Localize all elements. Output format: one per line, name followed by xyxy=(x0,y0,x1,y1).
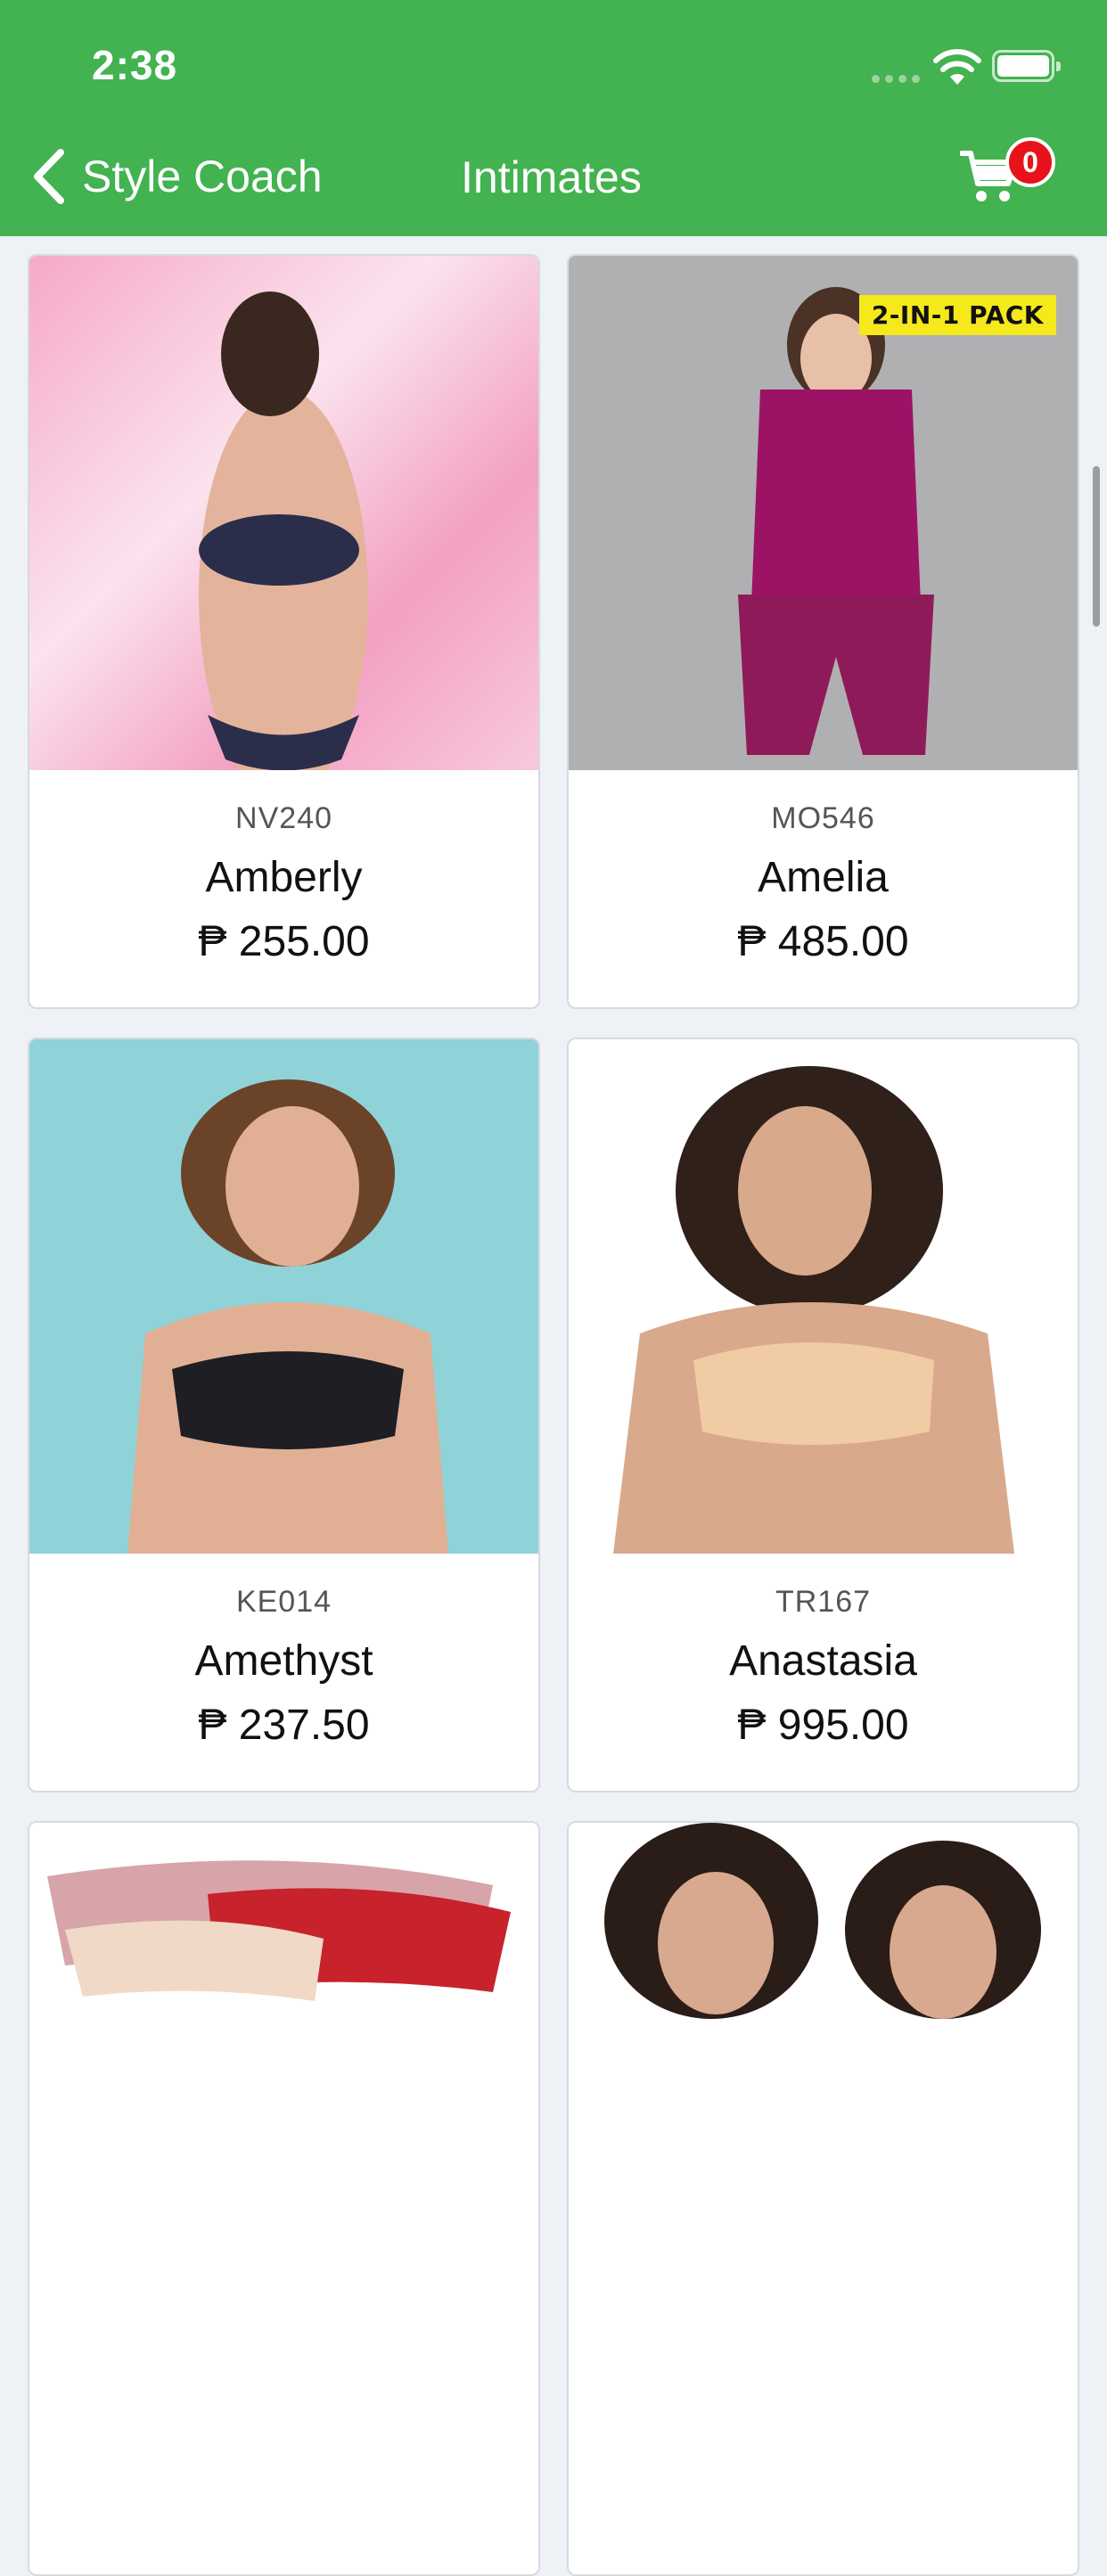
product-price: ₱ 485.00 xyxy=(737,918,909,965)
cart-count-badge: 0 xyxy=(1005,137,1055,187)
product-code: NV240 xyxy=(235,801,332,835)
product-code: MO546 xyxy=(771,801,875,835)
page-title: Intimates xyxy=(461,152,642,202)
product-name: Amberly xyxy=(205,854,363,901)
cart-button[interactable]: 0 xyxy=(956,134,1063,214)
product-name: Amethyst xyxy=(194,1637,373,1685)
product-card[interactable]: TR167 Anastasia ₱ 995.00 xyxy=(567,1038,1079,1793)
wifi-icon xyxy=(933,49,981,85)
product-price: ₱ 995.00 xyxy=(737,1702,909,1749)
product-name: Amelia xyxy=(758,854,889,901)
product-image: 2-IN-1 PACK xyxy=(569,256,1078,770)
product-code: KE014 xyxy=(235,1585,332,1619)
product-image xyxy=(569,1039,1078,1554)
chevron-left-icon xyxy=(34,149,64,204)
product-card[interactable]: NV240 Amberly ₱ 255.00 xyxy=(28,254,540,1009)
product-card[interactable]: 2-IN-1 PACK MO546 Amelia ₱ 485.00 xyxy=(567,254,1079,1009)
product-card[interactable]: KE014 Amethyst ₱ 237.50 xyxy=(28,1038,540,1793)
app-header: 2:38 Style Coach Intimates 0 xyxy=(0,0,1107,236)
product-price: ₱ 255.00 xyxy=(198,918,370,965)
product-image xyxy=(29,256,538,770)
scrollbar[interactable] xyxy=(1093,466,1100,627)
product-price: ₱ 237.50 xyxy=(198,1702,370,1749)
product-code: TR167 xyxy=(775,1585,872,1619)
pack-badge: 2-IN-1 PACK xyxy=(858,295,1056,335)
product-image xyxy=(569,1823,1078,2337)
cellular-signal-icon xyxy=(872,71,925,87)
status-time: 2:38 xyxy=(92,42,178,88)
product-card[interactable] xyxy=(567,1821,1079,2576)
back-button[interactable]: Style Coach xyxy=(32,141,323,212)
product-image xyxy=(29,1823,538,2337)
product-card[interactable] xyxy=(28,1821,540,2576)
product-name: Anastasia xyxy=(729,1637,917,1685)
product-image xyxy=(29,1039,538,1554)
back-button-label: Style Coach xyxy=(82,152,323,201)
battery-icon xyxy=(992,50,1061,82)
